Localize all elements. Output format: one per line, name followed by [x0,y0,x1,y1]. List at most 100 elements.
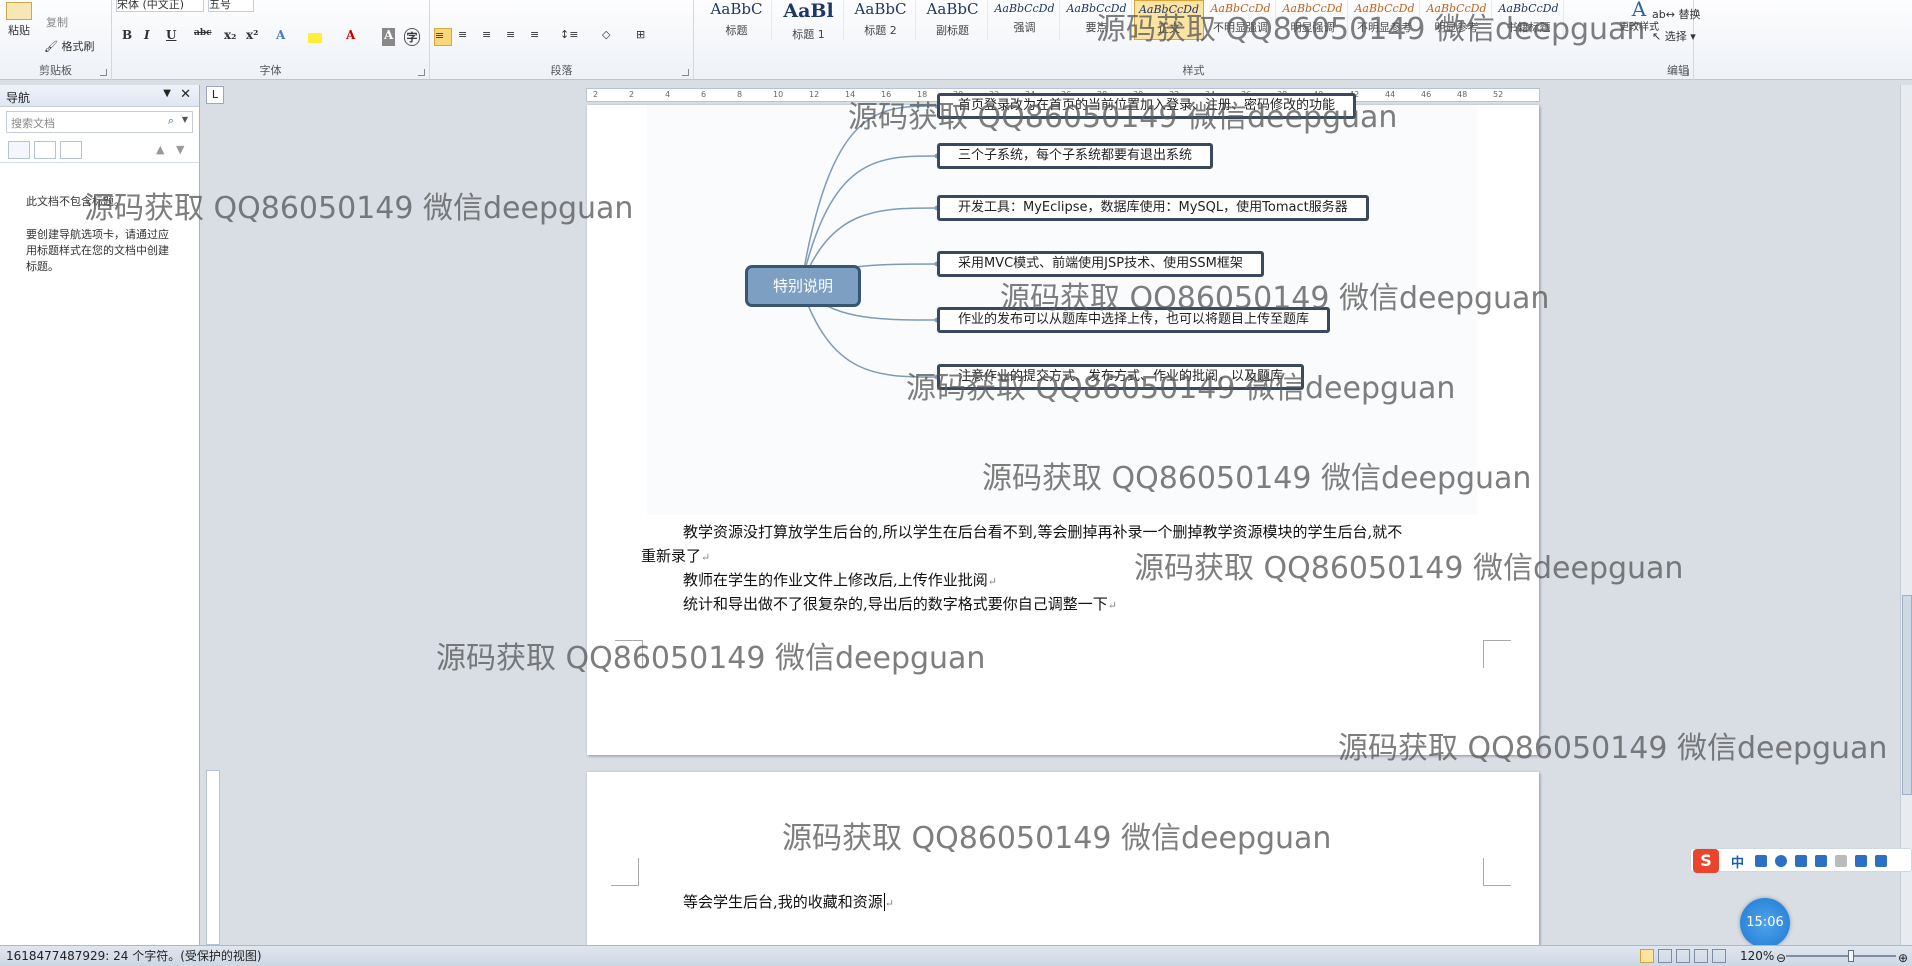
style-tile[interactable]: AaBbCcDd 强调 [990,0,1060,40]
font-color-button[interactable]: A [346,28,355,46]
nav-options-icon[interactable]: ▼ [163,88,171,99]
keyboard-icon[interactable] [1815,855,1827,867]
style-tile[interactable]: AaBbC 标题 2 [846,0,916,40]
shading-button[interactable]: ◇ [602,28,610,41]
style-tile[interactable]: AaBbC 标题 [702,0,772,40]
paragraph-mark-icon: ↵ [1107,599,1117,612]
align-left-button[interactable]: ≡ [434,28,452,46]
toolbox-icon[interactable] [1875,855,1887,867]
paragraph-3[interactable]: 统计和导出做不了很复杂的,导出后的数字格式要你自己调整一下↵ [683,592,1117,618]
ruler-tick-label: 18 [917,90,928,99]
zoom-slider-knob[interactable] [1848,950,1854,962]
copy-button[interactable]: 复制 [46,14,68,30]
distributed-button[interactable]: ≡ [530,28,539,41]
select-button[interactable]: ↖ 选择 ▾ [1652,28,1696,44]
format-painter-button[interactable]: 🖌 格式刷 [44,38,94,54]
bold-button[interactable]: B [122,28,132,46]
char-shading-button[interactable]: A [382,28,396,46]
paste-icon[interactable] [6,2,32,20]
style-tile[interactable]: AaBbC 副标题 [918,0,988,40]
superscript-button[interactable]: x² [246,28,258,46]
paragraph-1-line-2[interactable]: 重新录了↵ [641,544,710,570]
mind-map-branch-node: 采用MVC模式、前端使用JSP技术、使用SSM框架 [937,251,1264,277]
tab-selector-button[interactable]: L [206,86,224,104]
style-tile[interactable]: AaBbCcDd 明显强调 [1278,0,1348,40]
tab-results[interactable] [60,141,82,159]
font-launcher-icon[interactable] [418,69,425,76]
nav-close-icon[interactable]: ✕ [180,87,191,102]
style-name: 正文 [1158,22,1180,35]
strikethrough-button[interactable]: abc [194,28,212,46]
nav-help-message: 要创建导航选项卡，请通过应用标题样式在您的文档中创建标题。 [26,228,169,273]
zoom-in-icon[interactable]: ⊕ [1898,948,1908,966]
ruler-tick-label: 44 [1385,90,1396,99]
full-screen-reading-icon[interactable] [1658,949,1672,963]
document-page-2[interactable]: 等会学生后台,我的收藏和资源 ↵ [587,772,1539,947]
crop-mark [615,640,643,668]
print-layout-icon[interactable] [1640,949,1654,963]
paint-bucket-icon: ◇ [602,28,611,41]
web-layout-icon[interactable] [1676,949,1690,963]
style-tile[interactable]: AaBbCcDd 不明显参考 [1350,0,1420,40]
text-effects-button[interactable]: A [276,28,285,46]
underline-button[interactable]: U [166,28,176,46]
scrollbar-thumb[interactable] [1902,595,1912,795]
outline-view-icon[interactable] [1694,949,1708,963]
vertical-scrollbar[interactable] [1900,85,1912,945]
zoom-slider[interactable] [1786,955,1896,957]
next-result-icon[interactable]: ▼ [176,143,184,156]
highlight-color-button[interactable] [308,33,322,43]
replace-button[interactable]: ab↔ 替换 [1652,6,1700,22]
emoji-icon[interactable] [1775,855,1787,867]
style-name: 明显参考 [1434,21,1479,34]
style-sample: AaBbC [926,0,979,18]
mind-map-image[interactable]: 特别说明 首页登录改为在首页的当前位置加入登录、注册、密码修改的功能 三个子系统，… [647,93,1477,515]
justify-button[interactable]: ≡ [506,28,515,41]
style-sample: AaBbCcDd [1282,2,1343,15]
align-center-icon: ≡ [458,28,468,41]
clipboard-group-label: 剪贴板 [39,64,72,77]
tab-pages[interactable] [34,141,56,159]
search-icon[interactable]: ⌕ [168,114,174,128]
punctuation-icon[interactable] [1755,855,1767,867]
style-name: 标题 1 [792,28,825,41]
enclose-char-button[interactable]: 字 [404,28,420,46]
user-icon[interactable] [1835,855,1847,867]
clipboard-launcher-icon[interactable] [100,69,107,76]
ime-toolbar[interactable]: S 中 [1690,848,1912,873]
align-right-button[interactable]: ≡ [482,28,491,41]
tab-headings[interactable] [8,141,30,159]
crop-mark [1483,858,1511,886]
ime-chinese-mode[interactable]: 中 [1731,852,1744,871]
paragraph-2[interactable]: 教师在学生的作业文件上修改后,上传作业批阅↵ [683,568,997,594]
font-name-select[interactable]: 宋体 (中文正) [116,0,204,12]
style-tile[interactable]: AaBbCcDd 不明显强调 [1206,0,1276,40]
align-center-button[interactable]: ≡ [458,28,467,41]
draft-view-icon[interactable] [1712,949,1726,963]
paste-button[interactable]: 粘贴 [8,22,30,38]
subscript-button[interactable]: x₂ [224,28,236,46]
style-tile[interactable]: AaBl 标题 1 [774,0,844,41]
borders-button[interactable]: ⊞ [636,28,645,41]
paragraph-1-line-1[interactable]: 教学资源没打算放学生后台的,所以学生在后台看不到,等会删掉再补录一个删掉教学资源… [683,520,1402,544]
nav-search-input[interactable]: 搜索文档 ⌕ ▼ [6,111,193,133]
style-tile[interactable]: AaBbCcDd 书籍标题 [1494,0,1564,40]
line-spacing-button[interactable]: ↕≡ [560,28,578,41]
search-dropdown-icon[interactable]: ▼ [182,115,188,124]
font-size-select[interactable]: 五号 [208,0,254,12]
style-tile[interactable]: AaBbCcDd 明显参考 [1422,0,1492,40]
page-2-paragraph[interactable]: 等会学生后台,我的收藏和资源 ↵ [683,890,894,916]
prev-result-icon[interactable]: ▲ [156,143,164,156]
microphone-icon[interactable] [1795,855,1807,867]
style-tile[interactable]: AaBbCcDd 要点 [1062,0,1132,40]
style-tile[interactable]: AaBbCcDd 正文 [1134,0,1204,40]
skin-icon[interactable] [1855,855,1867,867]
document-page[interactable]: 特别说明 首页登录改为在首页的当前位置加入登录、注册、密码修改的功能 三个子系统，… [587,93,1539,755]
zoom-out-icon[interactable]: ⊖ [1776,948,1786,966]
italic-button[interactable]: I [144,28,150,46]
styles-group-label: 样式 [1182,64,1205,77]
zoom-level[interactable]: 120% [1740,946,1774,966]
ruler-tick-label: 12 [809,90,820,99]
paragraph-launcher-icon[interactable] [682,69,689,76]
vertical-ruler[interactable] [206,770,220,945]
